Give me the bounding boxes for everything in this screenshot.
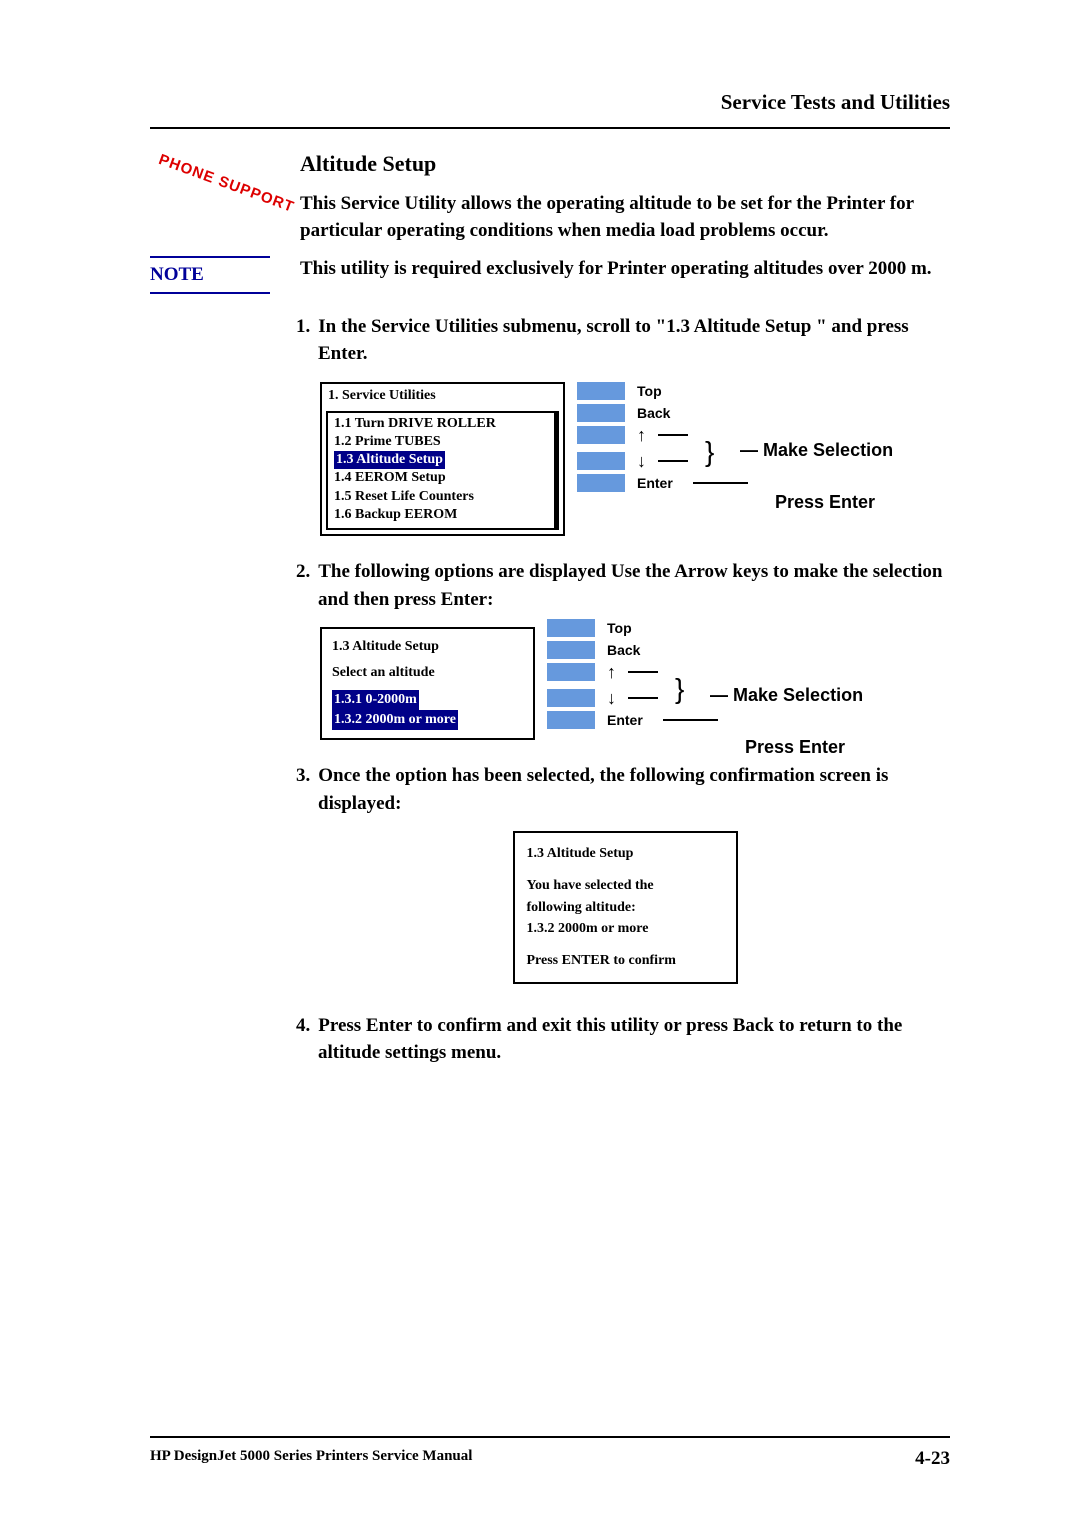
press-enter-annotation-1: Press Enter bbox=[775, 492, 875, 513]
button-up bbox=[577, 426, 625, 444]
button-down bbox=[577, 452, 625, 470]
section-header: Service Tests and Utilities bbox=[721, 90, 950, 114]
lcd1-line3-selected: 1.3 Altitude Setup bbox=[334, 451, 445, 469]
button-down-2 bbox=[547, 689, 595, 707]
lcd3-line4: Press ENTER to confirm bbox=[527, 950, 724, 972]
lcd3-line3: 1.3.2 2000m or more bbox=[527, 918, 724, 940]
step-4-text-c: to confirm and exit this utility or pres… bbox=[412, 1015, 733, 1036]
subsection-title: Altitude Setup bbox=[300, 151, 950, 177]
arrow-up-icon-2: ↑ bbox=[607, 663, 616, 681]
step-2-text-a: The following options are displayed Use … bbox=[318, 561, 942, 610]
lcd-screen-3: 1.3 Altitude Setup You have selected the… bbox=[513, 831, 738, 983]
lcd2-opt1-selected: 1.3.1 0-2000m bbox=[332, 690, 419, 710]
lcd-screen-1: 1. Service Utilities 1.1 Turn DRIVE ROLL… bbox=[320, 382, 565, 536]
lcd3-line1: You have selected the bbox=[527, 875, 724, 897]
diagram-3: 1.3 Altitude Setup You have selected the… bbox=[300, 831, 950, 983]
note-text: This utility is required exclusively for… bbox=[300, 256, 950, 283]
step-4-text-a: Press bbox=[318, 1015, 366, 1036]
button-enter-label-2: Enter bbox=[607, 712, 643, 728]
lcd1-line1: 1.1 Turn DRIVE ROLLER bbox=[334, 415, 548, 433]
step-3: 3.Once the option has been selected, the… bbox=[318, 762, 950, 817]
button-enter-2 bbox=[547, 711, 595, 729]
lcd1-line6: 1.6 Backup EEROM bbox=[334, 506, 548, 524]
button-top bbox=[577, 382, 625, 400]
lcd2-title: 1.3 Altitude Setup bbox=[332, 637, 523, 657]
step-4: 4.Press Enter to confirm and exit this u… bbox=[318, 1012, 950, 1067]
lcd1-line4: 1.4 EEROM Setup bbox=[334, 469, 548, 487]
lcd1-line5: 1.5 Reset Life Counters bbox=[334, 488, 548, 506]
diagram-2: 1.3 Altitude Setup Select an altitude 1.… bbox=[320, 627, 950, 740]
button-top-2 bbox=[547, 619, 595, 637]
button-back-2 bbox=[547, 641, 595, 659]
button-column-2: Top Back ↑ } ↓ Enter bbox=[547, 619, 718, 729]
arrow-up-icon: ↑ bbox=[637, 426, 646, 444]
step-3-text: Once the option has been selected, the f… bbox=[318, 765, 888, 814]
diagram-1: 1. Service Utilities 1.1 Turn DRIVE ROLL… bbox=[320, 382, 950, 536]
button-up-2 bbox=[547, 663, 595, 681]
button-column-1: Top Back ↑ } ↓ Enter bbox=[577, 382, 748, 492]
arrow-down-icon-2: ↓ bbox=[607, 689, 616, 707]
step-1-text-b: Enter. bbox=[318, 343, 367, 364]
button-enter bbox=[577, 474, 625, 492]
intro-paragraph: This Service Utility allows the operatin… bbox=[300, 191, 950, 244]
step-1: 1.In the Service Utilities submenu, scro… bbox=[318, 313, 950, 368]
lcd1-line2: 1.2 Prime TUBES bbox=[334, 433, 548, 451]
page-number: 4-23 bbox=[915, 1448, 950, 1470]
press-enter-annotation-2: Press Enter bbox=[745, 737, 845, 758]
step-4-text-b: Enter bbox=[366, 1015, 412, 1036]
arrow-down-icon: ↓ bbox=[637, 452, 646, 470]
header-rule bbox=[150, 127, 950, 129]
button-back-label-2: Back bbox=[607, 642, 640, 658]
button-top-label: Top bbox=[637, 383, 662, 399]
step-1-num: 1. bbox=[296, 316, 310, 337]
phone-support-badge: PHONE SUPPORT bbox=[156, 151, 296, 216]
lcd2-opt2-selected: 1.3.2 2000m or more bbox=[332, 710, 458, 730]
footer-rule bbox=[150, 1436, 950, 1438]
step-2: 2.The following options are displayed Us… bbox=[318, 558, 950, 613]
lcd3-line2: following altitude: bbox=[527, 897, 724, 919]
step-1-text-a: In the Service Utilities submenu, scroll… bbox=[318, 316, 908, 337]
button-top-label-2: Top bbox=[607, 620, 632, 636]
note-label: NOTE bbox=[150, 264, 204, 285]
step-2-num: 2. bbox=[296, 561, 310, 582]
lcd3-title: 1.3 Altitude Setup bbox=[527, 843, 724, 865]
footer-manual-title: HP DesignJet 5000 Series Printers Servic… bbox=[150, 1448, 472, 1470]
lcd1-title: 1. Service Utilities bbox=[322, 384, 563, 409]
step-4-text-d: Back bbox=[733, 1015, 774, 1036]
step-3-num: 3. bbox=[296, 765, 310, 786]
step-2-text-b: Enter: bbox=[441, 589, 494, 610]
lcd2-prompt: Select an altitude bbox=[332, 663, 523, 683]
button-back-label: Back bbox=[637, 405, 670, 421]
make-selection-annotation-2: — Make Selection bbox=[710, 685, 863, 706]
button-enter-label: Enter bbox=[637, 475, 673, 491]
page-footer: HP DesignJet 5000 Series Printers Servic… bbox=[150, 1436, 950, 1470]
make-selection-annotation-1: — Make Selection bbox=[740, 440, 893, 461]
lcd-screen-2: 1.3 Altitude Setup Select an altitude 1.… bbox=[320, 627, 535, 740]
button-back bbox=[577, 404, 625, 422]
step-4-num: 4. bbox=[296, 1015, 310, 1036]
